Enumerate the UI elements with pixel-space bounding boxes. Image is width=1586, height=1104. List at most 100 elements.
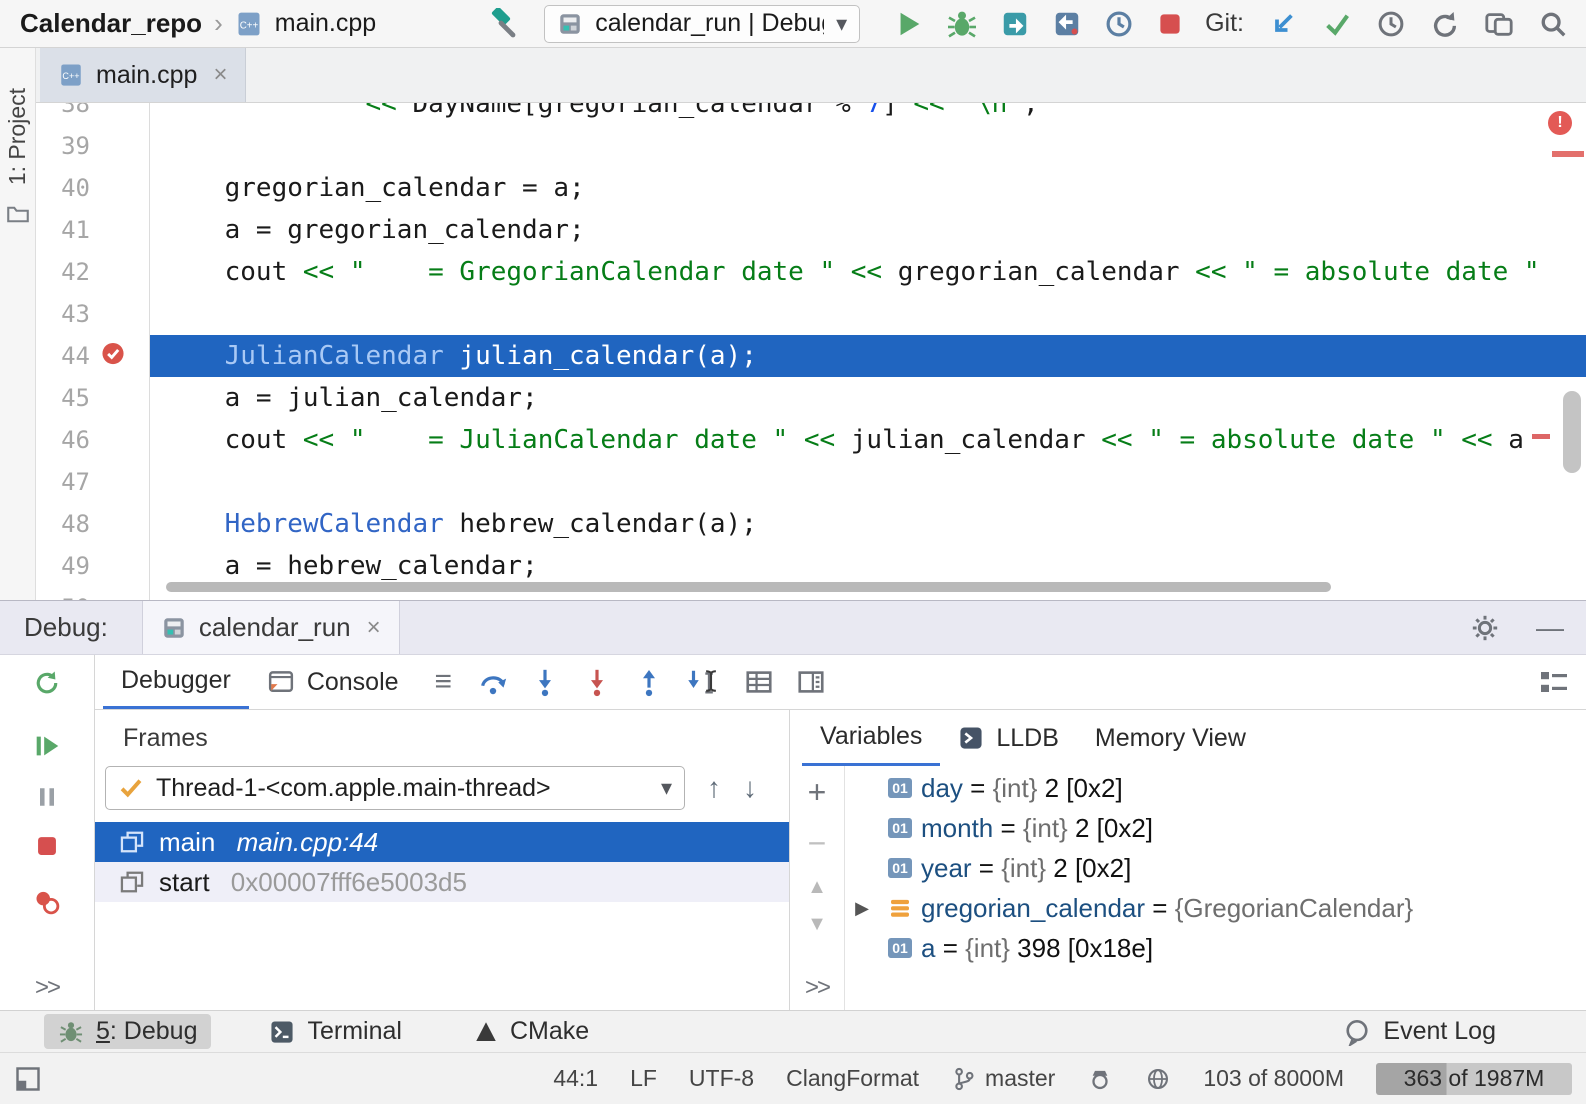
gutter[interactable]: 43 xyxy=(36,293,150,335)
tab-console[interactable]: Console xyxy=(249,655,417,709)
move-up-icon[interactable]: ▲ xyxy=(807,876,827,899)
view-breakpoints-icon[interactable] xyxy=(32,887,62,917)
gear-icon[interactable] xyxy=(1470,613,1500,643)
breadcrumb-file[interactable]: main.cpp xyxy=(275,9,376,38)
gutter[interactable]: 39 xyxy=(36,125,150,167)
event-log-button[interactable]: Event Log xyxy=(1343,1017,1496,1046)
stop-icon[interactable] xyxy=(1156,10,1184,38)
code-line-42[interactable]: 42 cout << " = GregorianCalendar date " … xyxy=(36,251,1586,293)
line-separator[interactable]: LF xyxy=(630,1065,657,1092)
code-style-scheme[interactable]: ClangFormat xyxy=(786,1065,919,1092)
gutter[interactable]: 42 xyxy=(36,251,150,293)
git-update-icon[interactable] xyxy=(1268,9,1298,39)
variable-row[interactable]: 01month = {int} 2 [0x2] xyxy=(845,808,1586,848)
gutter[interactable]: 46 xyxy=(36,419,150,461)
add-watch-icon[interactable]: + xyxy=(808,774,827,811)
code-line-39[interactable]: 39 xyxy=(36,125,1586,167)
force-step-into-icon[interactable] xyxy=(582,667,612,697)
code-line-45[interactable]: 45 a = julian_calendar; xyxy=(36,377,1586,419)
toggle-toolwindows-icon[interactable] xyxy=(14,1065,42,1093)
editor-tab-main-cpp[interactable]: C++ main.cpp × xyxy=(40,48,246,102)
layout-settings-icon[interactable] xyxy=(1538,666,1570,698)
remove-watch-icon[interactable]: − xyxy=(808,825,827,862)
git-rollback-icon[interactable] xyxy=(1430,9,1460,39)
git-branch-widget[interactable]: master xyxy=(951,1065,1055,1092)
heap-indicator[interactable]: 103 of 8000M xyxy=(1203,1065,1344,1092)
variable-row[interactable]: 01day = {int} 2 [0x2] xyxy=(845,768,1586,808)
more-chevrons-icon[interactable]: >> xyxy=(35,974,59,1002)
split-view-icon[interactable] xyxy=(796,667,826,697)
resume-icon[interactable] xyxy=(32,731,62,761)
code-line-44[interactable]: 44 JulianCalendar julian_calendar(a); xyxy=(36,335,1586,377)
run-config-select[interactable]: calendar_run | Debug ▾ xyxy=(544,5,860,43)
code-text[interactable] xyxy=(150,125,1586,167)
code-text[interactable]: HebrewCalendar hebrew_calendar(a); xyxy=(150,503,1586,545)
code-text[interactable]: cout << " = GregorianCalendar date " << … xyxy=(150,251,1586,293)
step-out-icon[interactable] xyxy=(634,667,664,697)
toolwindow-tab-debug[interactable]: 5: Debug xyxy=(44,1014,211,1049)
toolwindow-tab-cmake[interactable]: CMake xyxy=(460,1014,603,1049)
step-into-icon[interactable] xyxy=(530,667,560,697)
debug-icon[interactable] xyxy=(946,8,978,40)
minimize-icon[interactable]: — xyxy=(1536,612,1564,644)
vertical-scrollbar-thumb[interactable] xyxy=(1563,391,1581,473)
pause-icon[interactable] xyxy=(33,783,61,811)
code-line-47[interactable]: 47 xyxy=(36,461,1586,503)
ide-config-icon[interactable] xyxy=(1145,1066,1171,1092)
gutter[interactable]: 44 xyxy=(36,335,150,377)
profiler-icon[interactable] xyxy=(1052,9,1082,39)
inspections-profile-icon[interactable] xyxy=(1087,1066,1113,1092)
thread-select[interactable]: Thread-1-<com.apple.main-thread> ▾ xyxy=(105,766,685,810)
code-line-48[interactable]: 48 HebrewCalendar hebrew_calendar(a); xyxy=(36,503,1586,545)
stop-icon[interactable] xyxy=(34,833,60,859)
code-line-40[interactable]: 40 gregorian_calendar = a; xyxy=(36,167,1586,209)
rerun-icon[interactable] xyxy=(33,669,61,697)
code-text[interactable]: gregorian_calendar = a; xyxy=(150,167,1586,209)
close-icon[interactable]: × xyxy=(213,61,227,89)
memory-indicator[interactable]: 363 of 1987M xyxy=(1376,1063,1572,1095)
gutter[interactable]: 48 xyxy=(36,503,150,545)
gutter[interactable]: 45 xyxy=(36,377,150,419)
gutter[interactable]: 47 xyxy=(36,461,150,503)
caret-position[interactable]: 44:1 xyxy=(553,1065,598,1092)
table-view-icon[interactable] xyxy=(744,667,774,697)
next-frame-icon[interactable]: ↓ xyxy=(743,772,757,804)
step-over-icon[interactable] xyxy=(478,667,508,697)
file-encoding[interactable]: UTF-8 xyxy=(689,1065,754,1092)
tab-lldb[interactable]: LLDB xyxy=(940,710,1077,766)
run-icon[interactable] xyxy=(894,9,924,39)
move-down-icon[interactable]: ▼ xyxy=(807,913,827,936)
code-text[interactable]: a = gregorian_calendar; xyxy=(150,209,1586,251)
close-icon[interactable]: × xyxy=(367,614,381,642)
search-icon[interactable] xyxy=(1538,9,1568,39)
code-line-38[interactable]: 38 << DayName[gregorian_calendar % 7] <<… xyxy=(36,103,1586,125)
profiler-clock-icon[interactable] xyxy=(1104,9,1134,39)
code-text[interactable]: << DayName[gregorian_calendar % 7] << '\… xyxy=(150,103,1586,125)
error-indicator-icon[interactable]: ! xyxy=(1548,111,1572,135)
code-editor[interactable]: 38 << DayName[gregorian_calendar % 7] <<… xyxy=(36,103,1586,600)
menu-icon[interactable]: ≡ xyxy=(435,665,453,699)
git-commit-icon[interactable] xyxy=(1322,9,1352,39)
tab-variables[interactable]: Variables xyxy=(802,710,940,766)
toolwindow-tab-terminal[interactable]: Terminal xyxy=(255,1014,415,1049)
code-text[interactable] xyxy=(150,461,1586,503)
code-text[interactable]: a = hebrew_calendar; xyxy=(150,545,1586,587)
git-history-icon[interactable] xyxy=(1376,9,1406,39)
code-line-46[interactable]: 46 cout << " = JulianCalendar date " << … xyxy=(36,419,1586,461)
more-chevrons-icon[interactable]: >> xyxy=(805,974,829,1002)
project-folder-icon[interactable] xyxy=(6,201,30,225)
variable-row[interactable]: 01a = {int} 398 [0x18e] xyxy=(845,928,1586,968)
expand-arrow-icon[interactable]: ▶ xyxy=(845,898,879,919)
git-diff-icon[interactable] xyxy=(1484,9,1514,39)
code-line-49[interactable]: 49 a = hebrew_calendar; xyxy=(36,545,1586,587)
breadcrumb-project[interactable]: Calendar_repo xyxy=(20,8,202,39)
gutter[interactable]: 41 xyxy=(36,209,150,251)
code-text[interactable] xyxy=(150,293,1586,335)
frame-row[interactable]: main main.cpp:44 xyxy=(95,822,789,862)
error-stripe-mark[interactable] xyxy=(1552,151,1584,157)
breakpoint-icon[interactable] xyxy=(100,341,126,372)
gutter[interactable]: 40 xyxy=(36,167,150,209)
variable-row[interactable]: ▶gregorian_calendar = {GregorianCalendar… xyxy=(845,888,1586,928)
horizontal-scrollbar[interactable] xyxy=(166,582,1331,592)
error-stripe-mark[interactable] xyxy=(1532,434,1550,439)
